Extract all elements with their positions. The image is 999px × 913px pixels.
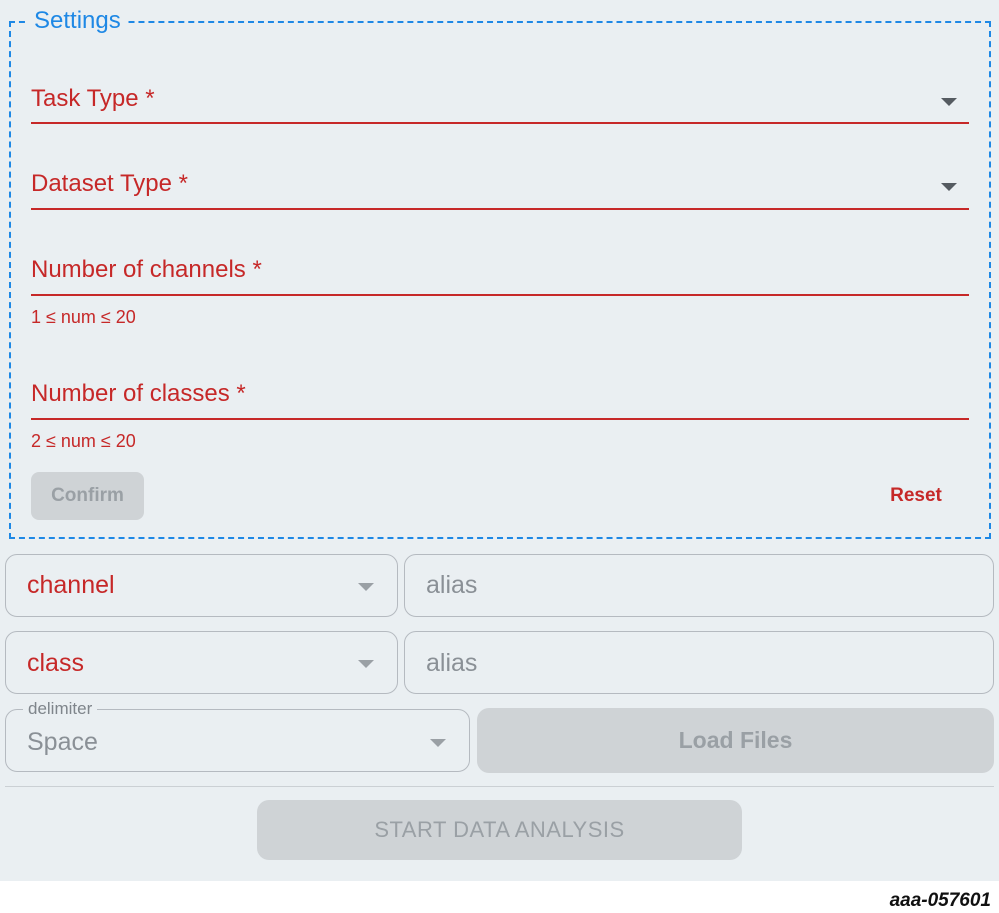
num-classes-input[interactable]: Number of classes * [31, 377, 969, 421]
figure-id: aaa-057601 [889, 890, 991, 911]
num-classes-helper: 2 ≤ num ≤ 20 [31, 431, 136, 451]
chevron-down-icon[interactable] [358, 660, 374, 668]
chevron-down-icon[interactable] [358, 583, 374, 591]
class-select[interactable]: class [5, 631, 398, 694]
channel-select[interactable]: channel [5, 554, 398, 617]
settings-legend: Settings [28, 6, 127, 36]
chevron-down-icon[interactable] [941, 98, 957, 106]
delimiter-value: Space [27, 728, 98, 756]
channel-alias-placeholder: alias [426, 571, 478, 599]
num-channels-helper: 1 ≤ num ≤ 20 [31, 307, 136, 327]
chevron-down-icon[interactable] [430, 739, 446, 747]
dataset-type-underline [31, 208, 969, 210]
num-channels-underline [31, 294, 969, 296]
task-type-select[interactable]: Task Type * [31, 82, 969, 126]
num-classes-label: Number of classes * [31, 380, 246, 407]
class-alias-input[interactable]: alias [404, 631, 994, 694]
channel-alias-input[interactable]: alias [404, 554, 994, 617]
data-analysis-panel: Settings Task Type * Dataset Type * Numb… [0, 0, 999, 881]
num-classes-underline [31, 418, 969, 420]
confirm-button[interactable]: Confirm [31, 472, 144, 520]
dataset-type-select[interactable]: Dataset Type * [31, 167, 969, 211]
delimiter-legend: delimiter [23, 698, 98, 720]
class-alias-placeholder: alias [426, 649, 478, 677]
dataset-type-label: Dataset Type * [31, 170, 188, 197]
divider [5, 786, 994, 787]
chevron-down-icon[interactable] [941, 183, 957, 191]
num-channels-input[interactable]: Number of channels * [31, 253, 969, 297]
class-select-value: class [27, 649, 84, 677]
reset-button[interactable]: Reset [873, 480, 959, 512]
delimiter-select[interactable]: delimiter Space [5, 698, 470, 772]
num-channels-label: Number of channels * [31, 256, 262, 283]
task-type-label: Task Type * [31, 85, 155, 112]
start-data-analysis-button[interactable]: START DATA ANALYSIS [257, 800, 742, 860]
task-type-underline [31, 122, 969, 124]
channel-select-value: channel [27, 571, 115, 599]
load-files-button[interactable]: Load Files [477, 708, 994, 773]
